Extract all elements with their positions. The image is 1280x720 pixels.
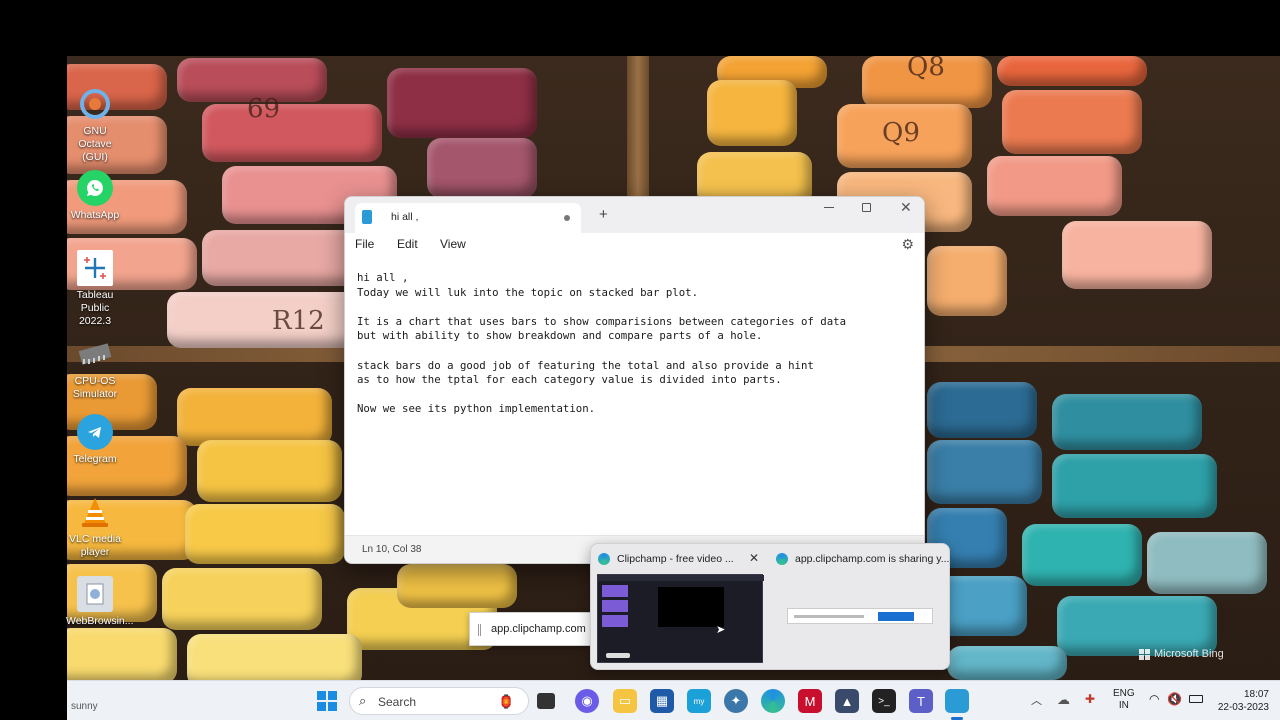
text-content[interactable]: hi all , Today we will luk into the topi… (357, 271, 914, 417)
maximize-button[interactable] (862, 203, 871, 212)
tab-active[interactable]: hi all , (355, 203, 581, 233)
drag-handle-icon[interactable] (478, 624, 481, 636)
sharing-text: app.clipchamp.com is s (491, 623, 589, 635)
telegram-icon (77, 414, 113, 450)
settings-gear-icon[interactable]: ⚙ (901, 236, 914, 253)
notepad-icon (362, 210, 372, 224)
menu-edit[interactable]: Edit (397, 237, 418, 251)
windows-logo-icon (317, 691, 337, 711)
sharing-notification-bar[interactable]: app.clipchamp.com is s (469, 612, 591, 646)
close-thumbnail-button[interactable]: ✕ (749, 551, 759, 565)
search-highlight-icon: 🏮 (498, 694, 515, 709)
menu-bar: File Edit View ⚙ (345, 233, 924, 255)
desktop-icon-label: Tableau Public 2022.3 (76, 289, 114, 327)
thumbnail-sharing[interactable]: app.clipchamp.com is sharing y... (773, 550, 949, 666)
new-tab-button[interactable]: + (599, 206, 608, 223)
paint-icon[interactable]: ▲ (835, 689, 859, 713)
language-code: ENG (1113, 688, 1135, 699)
start-button[interactable] (315, 689, 339, 713)
windows-logo-icon (1139, 648, 1150, 660)
chat-icon[interactable]: ◉ (575, 689, 599, 713)
whatsapp-icon (77, 170, 113, 206)
thumbnail-preview: ➤ (597, 574, 764, 663)
store-icon[interactable]: ▦ (650, 689, 674, 713)
vlc-icon (77, 494, 113, 530)
clock-date: 22-03-2023 (1217, 702, 1269, 713)
show-hidden-icons-chevron-icon[interactable]: ︿ (1031, 692, 1042, 708)
bing-watermark: Microsoft Bing (1139, 648, 1224, 660)
wifi-icon[interactable]: ◠ (1149, 692, 1159, 706)
desktop-icon-label: VLC media player (69, 533, 121, 558)
edge-icon (598, 553, 610, 565)
desktop-icon-label: Telegram (73, 453, 117, 465)
clock[interactable]: 18:07 22-03-2023 (1211, 688, 1269, 714)
desktop-icon-label: WhatsApp (70, 209, 120, 221)
desktop-icon-vlc[interactable]: VLC media player (66, 494, 124, 559)
python-icon[interactable]: ✦ (724, 689, 748, 713)
notepad-window[interactable]: hi all , + ✕ File Edit View ⚙ hi all , T… (344, 196, 925, 564)
edge-icon[interactable] (761, 689, 785, 713)
browser-icon (77, 576, 113, 612)
desktop-icon-telegram[interactable]: Telegram (66, 414, 124, 466)
chalk-label: Q8 (907, 56, 945, 82)
desktop-icon-label: WebBrowsin... (66, 615, 134, 627)
clock-time: 18:07 (1243, 689, 1269, 700)
close-button[interactable]: ✕ (900, 199, 912, 216)
menu-view[interactable]: View (440, 237, 466, 251)
desktop-icon-cpu-os[interactable]: CPU-OS Simulator (66, 336, 124, 401)
region-code: IN (1118, 700, 1129, 711)
search-icon: ⌕ (359, 693, 367, 708)
desktop-icon-webbrowser[interactable]: WebBrowsin... (66, 576, 134, 628)
thumbnail-title: Clipchamp - free video ... (617, 553, 734, 565)
notepad-taskbar-icon[interactable] (945, 689, 969, 713)
edge-icon (776, 553, 788, 565)
mcafee-icon[interactable]: M (798, 689, 822, 713)
desktop-icon-whatsapp[interactable]: WhatsApp (66, 170, 124, 222)
chalk-label: R12 (272, 306, 325, 336)
thumbnail-preview (787, 608, 933, 624)
cursor-position: Ln 10, Col 38 (362, 544, 422, 555)
taskbar-thumbnail-popup: Clipchamp - free video ... ✕ ➤ app.clipc… (590, 543, 950, 670)
tableau-icon (77, 250, 113, 286)
tab-bar: hi all , + (355, 203, 924, 233)
thumbnail-clipchamp[interactable]: Clipchamp - free video ... ✕ ➤ (595, 550, 767, 666)
unsaved-dot-icon[interactable] (564, 215, 570, 221)
mouse-cursor-icon: ➤ (716, 624, 726, 636)
screen: 69 R12 Q8 Q9 Microsoft Bing GNU Octave (… (0, 0, 1280, 720)
task-view-icon[interactable] (537, 693, 555, 709)
chalk-label: 69 (247, 94, 281, 124)
desktop-icon-octave[interactable]: GNU Octave (GUI) (66, 86, 124, 164)
app-tray-icon[interactable]: ✚ (1085, 692, 1095, 706)
teams-icon[interactable]: T (909, 689, 933, 713)
octave-icon (77, 86, 113, 122)
mute-speaker-icon[interactable]: 🔇 (1167, 692, 1182, 706)
language-indicator[interactable]: ENG IN (1113, 688, 1135, 712)
taskbar: sunny ⌕ Search 🏮 ◉ ▭ ▦ my ✦ M ▲ >_ T ︿ ☁… (67, 680, 1280, 720)
desktop-icon-label: GNU Octave (GUI) (78, 125, 112, 163)
minimize-button[interactable] (824, 207, 834, 208)
terminal-icon[interactable]: >_ (872, 689, 896, 713)
desktop-icon-label: CPU-OS Simulator (72, 375, 118, 400)
watermark-text: Microsoft Bing (1154, 648, 1224, 660)
thumbnail-title: app.clipchamp.com is sharing y... (795, 553, 950, 565)
chalk-label: Q9 (882, 118, 920, 148)
weather-text[interactable]: sunny (71, 701, 98, 712)
title-bar[interactable]: hi all , + ✕ (345, 197, 924, 233)
onedrive-icon[interactable]: ☁ (1057, 692, 1070, 708)
search-label: Search (378, 695, 417, 709)
tab-title: hi all , (391, 211, 419, 223)
desktop-icon-tableau[interactable]: Tableau Public 2022.3 (66, 250, 124, 328)
search-box[interactable]: ⌕ Search 🏮 (349, 687, 529, 715)
battery-icon[interactable] (1189, 695, 1203, 703)
menu-file[interactable]: File (355, 237, 374, 251)
cpu-icon (77, 336, 113, 372)
editor-area[interactable]: File Edit View ⚙ hi all , Today we will … (345, 233, 924, 563)
file-explorer-icon[interactable]: ▭ (613, 689, 637, 713)
mylo-app-icon[interactable]: my (687, 689, 711, 713)
